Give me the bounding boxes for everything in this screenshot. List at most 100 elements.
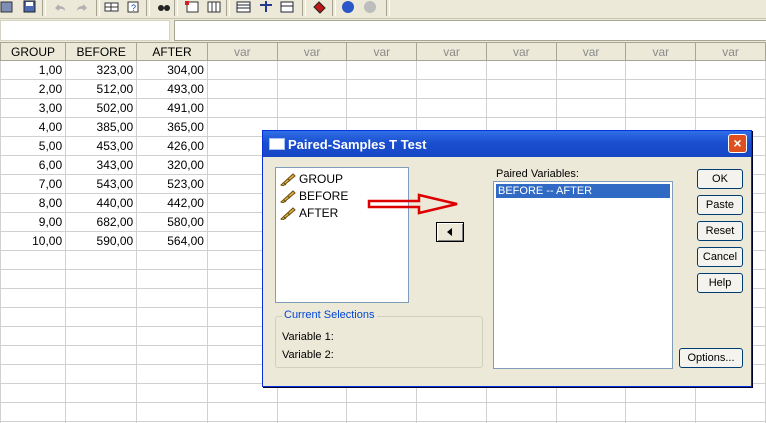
table-cell[interactable] <box>485 402 557 422</box>
table-cell[interactable]: 523,00 <box>136 174 208 194</box>
table-cell[interactable] <box>276 98 348 118</box>
column-header-var[interactable]: var <box>206 42 278 61</box>
column-header-var[interactable]: var <box>625 42 697 61</box>
table-cell[interactable] <box>485 98 557 118</box>
table-cell[interactable] <box>695 60 766 80</box>
table-cell[interactable] <box>346 402 418 422</box>
table-cell[interactable] <box>0 288 67 308</box>
table-cell[interactable] <box>65 364 138 384</box>
table-cell[interactable] <box>416 402 487 422</box>
table-cell[interactable] <box>0 326 67 346</box>
table-cell[interactable] <box>695 98 766 118</box>
table-cell[interactable] <box>0 307 67 327</box>
cell-value-field[interactable] <box>174 20 766 41</box>
table-cell[interactable] <box>625 79 697 99</box>
table-cell[interactable] <box>485 60 557 80</box>
table-cell[interactable]: 491,00 <box>136 98 208 118</box>
table-cell[interactable]: 4,00 <box>0 117 67 137</box>
table-cell[interactable]: 590,00 <box>65 231 138 251</box>
table-cell[interactable] <box>695 402 766 422</box>
table-cell[interactable] <box>555 79 627 99</box>
column-header-after[interactable]: AFTER <box>136 42 208 61</box>
table-cell[interactable]: 453,00 <box>65 136 138 156</box>
help-button[interactable]: Help <box>697 273 743 293</box>
table-cell[interactable] <box>206 402 278 422</box>
move-variable-button[interactable] <box>436 222 464 242</box>
table-cell[interactable]: 442,00 <box>136 193 208 213</box>
table-cell[interactable]: 440,00 <box>65 193 138 213</box>
column-header-var[interactable]: var <box>485 42 557 61</box>
reset-button[interactable]: Reset <box>697 221 743 241</box>
table-cell[interactable] <box>136 269 208 289</box>
table-cell[interactable]: 6,00 <box>0 155 67 175</box>
table-cell[interactable] <box>206 79 278 99</box>
table-cell[interactable] <box>416 98 487 118</box>
table-cell[interactable] <box>65 269 138 289</box>
options-button[interactable]: Options... <box>679 348 743 368</box>
paired-variables-list[interactable]: BEFORE -- AFTER <box>493 181 673 369</box>
table-cell[interactable] <box>136 345 208 365</box>
column-header-var[interactable]: var <box>416 42 487 61</box>
table-cell[interactable] <box>276 79 348 99</box>
table-cell[interactable] <box>136 288 208 308</box>
table-cell[interactable]: 493,00 <box>136 79 208 99</box>
table-cell[interactable]: 323,00 <box>65 60 138 80</box>
table-cell[interactable]: 426,00 <box>136 136 208 156</box>
table-cell[interactable] <box>136 383 208 403</box>
spellcheck-icon[interactable] <box>362 0 378 14</box>
table-cell[interactable]: 10,00 <box>0 231 67 251</box>
table-cell[interactable] <box>0 269 67 289</box>
table-cell[interactable] <box>136 307 208 327</box>
source-variable-list[interactable]: GROUP BEFORE AFTER <box>275 167 409 303</box>
table-cell[interactable]: 543,00 <box>65 174 138 194</box>
table-cell[interactable]: 682,00 <box>65 212 138 232</box>
table-cell[interactable] <box>555 60 627 80</box>
split-file-icon[interactable] <box>236 0 252 14</box>
column-header-before[interactable]: BEFORE <box>65 42 138 61</box>
table-cell[interactable] <box>0 250 67 270</box>
table-cell[interactable]: 1,00 <box>0 60 67 80</box>
insert-variable-icon[interactable] <box>206 0 222 14</box>
variables-icon[interactable]: ? <box>126 0 142 14</box>
table-cell[interactable] <box>0 345 67 365</box>
open-icon[interactable] <box>0 0 16 14</box>
table-cell[interactable] <box>136 364 208 384</box>
table-cell[interactable]: 3,00 <box>0 98 67 118</box>
select-cases-icon[interactable] <box>280 0 296 14</box>
table-cell[interactable] <box>416 60 487 80</box>
table-cell[interactable] <box>555 98 627 118</box>
table-cell[interactable] <box>346 79 418 99</box>
table-cell[interactable]: 502,00 <box>65 98 138 118</box>
column-header-var[interactable]: var <box>346 42 418 61</box>
table-cell[interactable] <box>136 326 208 346</box>
table-cell[interactable]: 320,00 <box>136 155 208 175</box>
close-button[interactable]: × <box>728 134 747 153</box>
table-cell[interactable] <box>346 60 418 80</box>
table-cell[interactable] <box>555 402 627 422</box>
column-header-var[interactable]: var <box>276 42 348 61</box>
table-cell[interactable] <box>65 345 138 365</box>
cell-reference-field[interactable] <box>0 20 170 41</box>
table-cell[interactable] <box>65 383 138 403</box>
table-cell[interactable]: 2,00 <box>0 79 67 99</box>
undo-icon[interactable] <box>52 0 68 14</box>
table-cell[interactable] <box>276 402 348 422</box>
redo-icon[interactable] <box>74 0 90 14</box>
table-cell[interactable] <box>65 326 138 346</box>
table-cell[interactable] <box>65 402 138 422</box>
table-cell[interactable] <box>0 364 67 384</box>
ok-button[interactable]: OK <box>697 169 743 189</box>
table-cell[interactable] <box>695 79 766 99</box>
table-cell[interactable] <box>0 383 67 403</box>
table-cell[interactable] <box>65 288 138 308</box>
table-cell[interactable]: 9,00 <box>0 212 67 232</box>
table-cell[interactable]: 343,00 <box>65 155 138 175</box>
table-cell[interactable] <box>206 60 278 80</box>
table-cell[interactable] <box>276 60 348 80</box>
table-cell[interactable]: 385,00 <box>65 117 138 137</box>
table-cell[interactable]: 7,00 <box>0 174 67 194</box>
table-cell[interactable] <box>65 250 138 270</box>
table-cell[interactable] <box>206 98 278 118</box>
table-cell[interactable] <box>136 402 208 422</box>
table-cell[interactable] <box>625 60 697 80</box>
